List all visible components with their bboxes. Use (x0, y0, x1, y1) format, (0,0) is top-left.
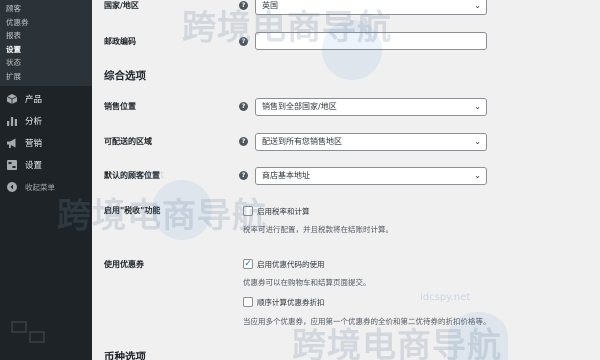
help-icon[interactable]: ? (239, 102, 248, 111)
sequential-discounts-checkbox-label[interactable]: 顺序计算优惠券折扣 (257, 297, 325, 308)
watermark-globe (152, 180, 212, 240)
watermark-url: idcspy.net (420, 292, 471, 303)
default-customer-location-select[interactable]: 商店基本地址 ⌄ (255, 167, 487, 185)
help-icon[interactable]: ? (239, 1, 248, 10)
chevron-down-icon: ⌄ (474, 102, 481, 111)
currency-options-title: 币种选项 (104, 351, 146, 360)
chevron-down-icon: ⌄ (474, 1, 481, 10)
sequential-discounts-checkbox[interactable] (243, 297, 253, 307)
enable-taxes-checkbox-label[interactable]: 启用税率和计算 (257, 206, 310, 217)
menu-analytics-label: 分析 (25, 117, 43, 127)
submenu-extensions[interactable]: 扩展 (0, 70, 92, 84)
sequential-discounts-description: 当应用多个优惠券，应用第一个优惠券的全价和第二优待券的折扣价格等。 (243, 317, 491, 326)
submenu-status[interactable]: 状态 (0, 56, 92, 70)
country-label: 国家/地区 (104, 1, 139, 10)
woocommerce-submenu: 顾客 优惠券 报表 设置 状态 扩展 (0, 0, 92, 86)
enable-taxes-description: 税率可进行配置，并且税款将在结账时计算。 (243, 225, 393, 234)
menu-products[interactable]: 产品 (0, 88, 92, 110)
general-options-title: 综合选项 (104, 70, 146, 82)
help-icon[interactable]: ? (239, 37, 248, 46)
coupons-label: 使用优惠券 (104, 260, 144, 269)
submenu-coupons[interactable]: 优惠券 (0, 16, 92, 30)
collapse-arrow-icon (5, 180, 19, 194)
coupons-description: 优惠券可以在购物车和结算页面提交。 (243, 278, 371, 287)
menu-marketing-label: 营销 (25, 139, 43, 149)
selling-location-label: 销售位置 (104, 102, 136, 111)
submenu-reports[interactable]: 报表 (0, 29, 92, 43)
chevron-down-icon: ⌄ (474, 171, 481, 180)
row-postcode: 邮政编码 ? (104, 32, 487, 52)
megaphone-icon (5, 136, 19, 150)
help-icon[interactable]: ? (239, 171, 248, 180)
postcode-input[interactable] (255, 32, 487, 50)
check-icon: ✓ (244, 259, 252, 269)
menu-marketing[interactable]: 营销 (0, 132, 92, 154)
enable-taxes-label: 启用"税收"功能 (104, 206, 161, 215)
submenu-settings[interactable]: 设置 (0, 43, 92, 57)
settings-main: 国家/地区 ? 英国 ⌄ 邮政编码 ? 综合选项 销售位置 ? 销售到全部国家/… (57, 0, 600, 360)
row-default-customer-location: 默认的顾客位置 ? 商店基本地址 ⌄ (104, 166, 487, 186)
country-select[interactable]: 英国 ⌄ (255, 0, 487, 15)
postcode-label: 邮政编码 (104, 37, 136, 46)
settings-grid-icon (5, 158, 19, 172)
menu-products-label: 产品 (25, 95, 43, 105)
menu-settings[interactable]: 设置 (0, 154, 92, 176)
menu-analytics[interactable]: 分析 (0, 110, 92, 132)
collapse-menu-button[interactable]: 收起菜单 (0, 176, 92, 198)
enable-coupons-checkbox-label[interactable]: 启用优惠代码的使用 (257, 259, 325, 270)
box-icon (5, 92, 19, 106)
chevron-down-icon: ⌄ (474, 137, 481, 146)
collapse-menu-label: 收起菜单 (25, 182, 55, 192)
row-selling-location: 销售位置 ? 销售到全部国家/地区 ⌄ (104, 97, 487, 117)
default-customer-location-label: 默认的顾客位置 (104, 171, 160, 180)
submenu-customers[interactable]: 顾客 (0, 2, 92, 16)
row-country: 国家/地区 ? 英国 ⌄ (104, 0, 487, 16)
default-customer-location-value: 商店基本地址 (262, 171, 310, 180)
row-shipping-location: 可配送的区域 ? 配送到所有您销售地区 ⌄ (104, 132, 487, 152)
shipping-location-value: 配送到所有您销售地区 (262, 137, 342, 146)
enable-coupons-checkbox[interactable]: ✓ (243, 259, 253, 269)
selling-location-select[interactable]: 销售到全部国家/地区 ⌄ (255, 98, 487, 116)
help-icon[interactable]: ? (239, 137, 248, 146)
watermark-fragment (10, 318, 50, 354)
selling-location-value: 销售到全部国家/地区 (262, 102, 337, 111)
shipping-location-label: 可配送的区域 (104, 137, 152, 146)
enable-taxes-checkbox[interactable] (243, 206, 253, 216)
menu-settings-label: 设置 (25, 161, 43, 171)
country-select-value: 英国 (262, 1, 278, 10)
bar-chart-icon (5, 114, 19, 128)
admin-sidebar: 顾客 优惠券 报表 设置 状态 扩展 产品 分析 营销 设置 收起菜单 (0, 0, 92, 360)
shipping-location-select[interactable]: 配送到所有您销售地区 ⌄ (255, 133, 487, 151)
